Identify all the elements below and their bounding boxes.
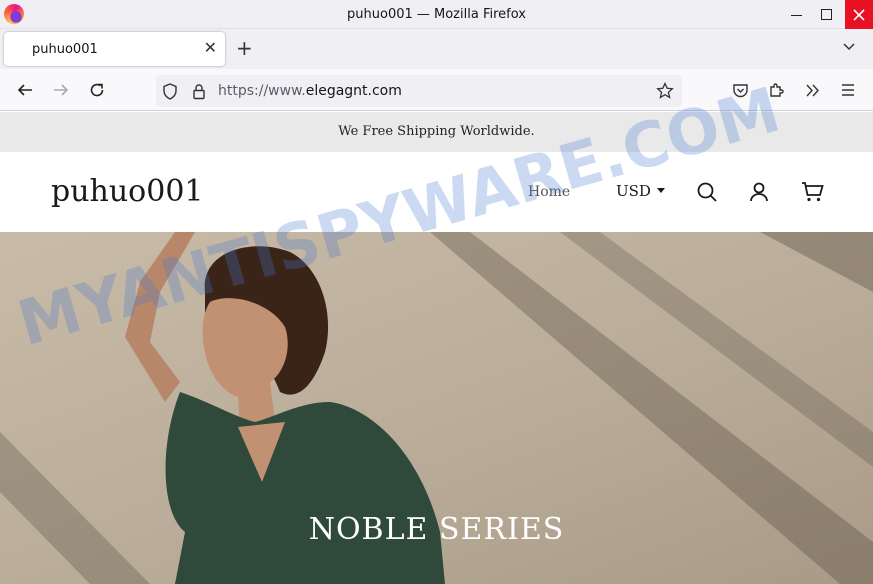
forward-button[interactable] — [51, 80, 71, 100]
user-icon — [750, 182, 768, 202]
chevron-down-icon — [843, 43, 855, 51]
new-tab-button[interactable]: + — [236, 36, 253, 60]
maximize-icon — [820, 9, 832, 20]
account-button[interactable] — [748, 181, 770, 203]
tab-puhuo001[interactable]: puhuo001 ✕ — [4, 32, 225, 66]
app-menu-button[interactable] — [838, 80, 858, 100]
overflow-menu-button[interactable] — [802, 80, 822, 100]
url-text[interactable]: https://www.elegagnt.com — [218, 83, 402, 99]
list-all-tabs-button[interactable] — [842, 38, 856, 57]
search-icon — [697, 182, 717, 202]
search-button[interactable] — [696, 181, 718, 203]
double-chevron-right-icon — [805, 84, 819, 96]
cart-icon — [802, 182, 824, 202]
minimize-icon — [790, 15, 802, 16]
back-arrow-icon — [17, 84, 32, 96]
hero-title: NOBLE SERIES — [308, 512, 565, 547]
cart-button[interactable] — [801, 181, 824, 203]
window-titlebar: puhuo001 — Mozilla Firefox — [0, 0, 873, 29]
reload-icon — [90, 83, 104, 97]
tab-label: puhuo001 — [32, 42, 98, 57]
hamburger-menu-icon — [842, 84, 854, 96]
window-title: puhuo001 — Mozilla Firefox — [347, 7, 526, 22]
lock-icon[interactable] — [189, 81, 209, 101]
forward-arrow-icon — [54, 84, 69, 96]
tracking-protection-shield-icon[interactable] — [160, 81, 180, 101]
close-window-button[interactable] — [845, 0, 873, 29]
back-button[interactable] — [15, 80, 35, 100]
tab-close-icon[interactable]: ✕ — [204, 38, 217, 57]
minimize-button[interactable] — [782, 0, 810, 29]
site-logo[interactable]: puhuo001 — [51, 174, 204, 209]
bookmark-star-icon[interactable] — [655, 81, 675, 101]
url-bar[interactable]: https://www.elegagnt.com — [156, 75, 682, 107]
url-host: elegagnt.com — [305, 83, 402, 99]
reload-button[interactable] — [87, 80, 107, 100]
tab-strip: puhuo001 ✕ + — [0, 29, 873, 69]
maximize-button[interactable] — [812, 0, 840, 29]
url-scheme: https://www. — [218, 83, 306, 99]
caret-down-icon — [656, 188, 665, 193]
close-icon — [853, 8, 865, 21]
